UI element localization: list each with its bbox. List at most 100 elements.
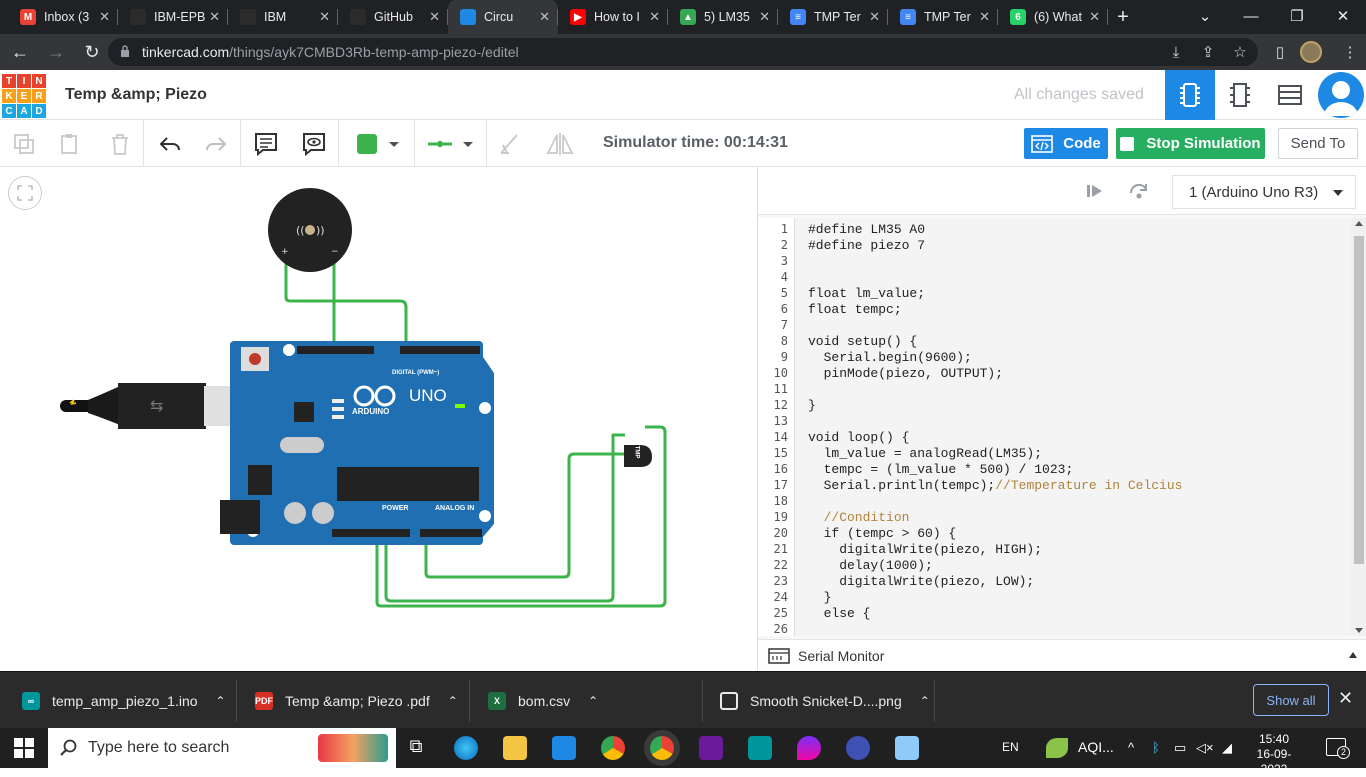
annotation-icon[interactable]: [250, 128, 282, 160]
close-window-button[interactable]: ✕: [1320, 0, 1366, 32]
notification-center-icon[interactable]: 2: [1326, 738, 1350, 759]
tab-close-icon[interactable]: ✕: [539, 9, 550, 25]
tab-search-icon[interactable]: ⌄: [1182, 0, 1228, 32]
component-list-button[interactable]: [1265, 70, 1315, 120]
circuit-canvas[interactable]: (( )) + − ⇆ UNO ARDUINO DIGITAL (PWM~) P…: [0, 167, 757, 671]
schematic-view-button[interactable]: [1215, 70, 1265, 120]
battery-icon[interactable]: ▭: [1174, 740, 1186, 756]
browser-tab[interactable]: IBM-EPB ✕: [118, 0, 228, 34]
tinkercad-logo[interactable]: TIN KER CAD: [2, 74, 46, 118]
code-editor[interactable]: 1 2 3 4 5 6 7 8 9 10 11 12 13 14 15 16 17 18 19 20 21 22 23 24 2…: [758, 218, 1351, 636]
browser-tab[interactable]: ≡ TMP Ter ✕: [778, 0, 888, 34]
chevron-up-icon[interactable]: ⌃: [216, 694, 226, 708]
windows-start-icon[interactable]: [14, 738, 34, 758]
arduino-ide-icon[interactable]: [748, 736, 772, 760]
tab-close-icon[interactable]: ✕: [209, 9, 220, 25]
bookmark-star-icon[interactable]: ☆: [1228, 40, 1252, 64]
chrome-active-icon[interactable]: [650, 736, 674, 760]
browser-tab[interactable]: ≡ TMP Ter ✕: [888, 0, 998, 34]
tab-close-icon[interactable]: ✕: [319, 9, 330, 25]
chevron-up-icon[interactable]: ⌃: [588, 694, 598, 708]
chevron-up-icon[interactable]: ⌃: [448, 694, 458, 708]
sidepanel-icon[interactable]: ▯: [1268, 40, 1292, 64]
chrome-icon[interactable]: [601, 736, 625, 760]
browser-tab[interactable]: ▲ 5) LM35 ✕: [668, 0, 778, 34]
winrar-icon[interactable]: [699, 736, 723, 760]
wire-type-picker[interactable]: [422, 128, 478, 160]
browser-profile-avatar[interactable]: [1300, 41, 1322, 63]
download-item[interactable]: PDF Temp &amp; Piezo .pdf ⌃: [255, 681, 458, 721]
notepad-icon[interactable]: [895, 736, 919, 760]
code-text: void setup() {: [808, 334, 918, 349]
download-item[interactable]: Smooth Snicket-D....png ⌃: [720, 681, 930, 721]
show-all-downloads-button[interactable]: Show all: [1253, 684, 1329, 716]
project-title[interactable]: Temp &amp; Piezo: [65, 86, 207, 104]
send-to-button[interactable]: Send To: [1278, 128, 1358, 159]
download-filename: temp_amp_piezo_1.ino: [52, 693, 198, 709]
user-avatar[interactable]: [1318, 72, 1364, 118]
tab-close-icon[interactable]: ✕: [429, 9, 440, 25]
board-select[interactable]: 1 (Arduino Uno R3): [1172, 175, 1356, 209]
chevron-up-icon[interactable]: [1349, 652, 1357, 658]
volume-muted-icon[interactable]: ◁×: [1196, 740, 1214, 756]
notes-visibility-icon[interactable]: [298, 128, 330, 160]
bluetooth-icon[interactable]: ᛒ: [1152, 740, 1160, 755]
edge-icon[interactable]: [454, 736, 478, 760]
browser-tab[interactable]: Circu ✕: [448, 0, 558, 34]
tab-close-icon[interactable]: ✕: [979, 9, 990, 25]
download-item[interactable]: ∞ temp_amp_piezo_1.ino ⌃: [22, 681, 226, 721]
browser-tab[interactable]: IBM ✕: [228, 0, 338, 34]
copy-icon[interactable]: [8, 128, 40, 160]
reload-icon[interactable]: ↻: [76, 36, 108, 68]
restore-button[interactable]: ❐: [1274, 0, 1320, 32]
close-downloads-icon[interactable]: ✕: [1338, 688, 1353, 709]
address-bar[interactable]: tinkercad.com /things/ayk7CMBD3Rb-temp-a…: [108, 38, 1258, 66]
browser-tab[interactable]: GitHub ✕: [338, 0, 448, 34]
share-icon[interactable]: ⇪: [1196, 40, 1220, 64]
tab-close-icon[interactable]: ✕: [759, 9, 770, 25]
task-view-icon[interactable]: ⧉: [404, 736, 428, 760]
install-app-icon[interactable]: ⤓: [1164, 40, 1188, 64]
undo-icon[interactable]: [154, 128, 186, 160]
wifi-icon[interactable]: ◢: [1222, 740, 1232, 756]
tab-close-icon[interactable]: ✕: [1089, 9, 1100, 25]
browser-tab[interactable]: ▶ How to I ✕: [558, 0, 668, 34]
code-button[interactable]: Code: [1024, 128, 1108, 159]
taskbar-search-box[interactable]: Type here to search: [48, 728, 396, 768]
delete-icon[interactable]: [104, 128, 136, 160]
download-item[interactable]: Xbom.csv ⌃: [488, 681, 598, 721]
paste-icon[interactable]: [54, 128, 86, 160]
rotate-icon[interactable]: [494, 128, 526, 160]
back-icon[interactable]: ←: [4, 36, 36, 68]
weather-icon[interactable]: [1046, 738, 1068, 758]
debug-icon[interactable]: [1128, 181, 1150, 206]
flip-icon[interactable]: [544, 128, 576, 160]
download-filename: Smooth Snicket-D....png: [750, 693, 902, 709]
browser-tab[interactable]: 6 (6) What ✕: [998, 0, 1108, 34]
store-icon[interactable]: [552, 736, 576, 760]
circuit-view-button[interactable]: [1165, 70, 1215, 120]
browser-menu-icon[interactable]: ⋮: [1338, 40, 1362, 64]
settings-app-icon[interactable]: [846, 736, 870, 760]
editor-scrollbar[interactable]: [1351, 218, 1366, 636]
tab-close-icon[interactable]: ✕: [99, 9, 110, 25]
new-tab-button[interactable]: +: [1108, 0, 1138, 34]
taskbar-clock[interactable]: 15:40 16-09-2022: [1244, 732, 1304, 777]
tray-chevron-up-icon[interactable]: ^: [1128, 740, 1134, 755]
serial-monitor-bar[interactable]: Serial Monitor: [758, 639, 1366, 671]
browser-tab[interactable]: M Inbox (3 ✕: [8, 0, 118, 34]
chevron-up-icon[interactable]: ⌃: [920, 694, 930, 708]
minimize-button[interactable]: —: [1228, 0, 1274, 32]
wire-color-picker[interactable]: [350, 128, 406, 160]
weather-text[interactable]: AQI...: [1078, 739, 1114, 755]
language-indicator[interactable]: EN: [1002, 740, 1019, 754]
forward-icon[interactable]: →: [40, 36, 72, 68]
step-icon[interactable]: [1084, 181, 1104, 206]
paint-icon[interactable]: [797, 736, 821, 760]
redo-icon[interactable]: [200, 128, 232, 160]
scrollbar-thumb[interactable]: [1354, 236, 1364, 564]
tab-close-icon[interactable]: ✕: [649, 9, 660, 25]
tab-close-icon[interactable]: ✕: [869, 9, 880, 25]
stop-simulation-button[interactable]: Stop Simulation: [1116, 128, 1265, 159]
file-explorer-icon[interactable]: [503, 736, 527, 760]
